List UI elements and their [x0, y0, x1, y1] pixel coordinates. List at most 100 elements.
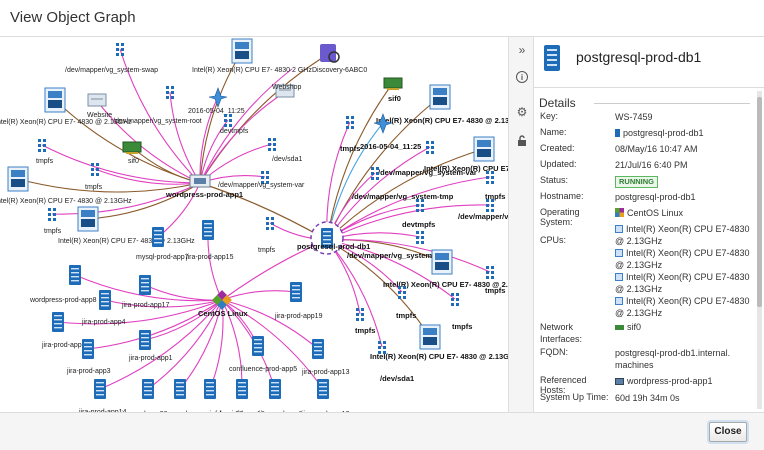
node-label[interactable]: CentOS Linux — [198, 309, 248, 318]
node-label[interactable]: wordpress-prod-app1 — [165, 190, 243, 199]
lock-icon[interactable] — [515, 135, 529, 149]
graph-node[interactable]: wordpress-prod-app8 — [29, 265, 97, 304]
graph-node[interactable]: sif0 — [383, 77, 403, 103]
graph-node[interactable]: jira-prod-app20 — [119, 379, 168, 412]
node-label[interactable]: tmpfs — [85, 184, 103, 191]
cpu-value[interactable]: Intel(R) Xeon(R) CPU E7-4830 @ 2.13GHz — [615, 296, 750, 318]
node-label[interactable]: /dev/mapper/vg_system-root — [458, 212, 508, 221]
graph-node[interactable]: jira-prod-app6 — [258, 379, 303, 412]
cpu-item[interactable]: Intel(R) Xeon(R) CPU E7-4830 @ 2.13GHz — [615, 223, 755, 247]
graph-nodes[interactable]: /dev/mapper/vg_system-var/dev/mapper/vg_… — [0, 38, 508, 412]
details-scrollbar[interactable] — [757, 91, 762, 409]
graph-node[interactable]: jira-prod-app4 — [81, 290, 126, 326]
node-label[interactable]: tmpfs — [396, 311, 416, 320]
node-label[interactable]: confluence-prod-app5 — [229, 366, 297, 373]
graph-node[interactable]: /dev/sda1 — [378, 341, 414, 383]
node-label[interactable]: jira-prod-app17 — [121, 302, 170, 309]
graph-node[interactable]: /dev/mapper/vg_system-root — [458, 199, 508, 221]
graph-node[interactable]: jira-prod-app14 — [78, 379, 127, 412]
graph-node[interactable]: 2016-05-04_11:25 — [188, 87, 245, 115]
graph-node[interactable]: devtmpfs — [402, 199, 435, 229]
node-label[interactable]: tmpfs — [340, 144, 360, 153]
node-label[interactable]: /dev/sda1 — [272, 156, 302, 163]
detail-value[interactable]: wordpress-prod-app1 — [615, 375, 755, 387]
nic-value[interactable]: sif0 — [627, 322, 641, 332]
detail-value[interactable]: sif0 — [615, 321, 755, 333]
node-label[interactable]: tmpfs — [44, 228, 62, 235]
node-label[interactable]: Intel(R) Xeon(R) CPU E7- 4830 — [192, 67, 290, 74]
node-label[interactable]: /dev/mapper/vg_system-var — [218, 182, 305, 189]
graph-node[interactable]: tmpfs — [258, 217, 276, 254]
chevron-right-icon[interactable]: » — [515, 43, 529, 57]
node-label[interactable]: 2016-05-04_11:25 — [360, 142, 421, 151]
graph-node[interactable]: jira-prod-app19 — [274, 282, 323, 320]
graph-node[interactable]: Intel(R) Xeon(R) CPU E7- 4830 — [192, 38, 290, 74]
node-label[interactable]: /dev/mapper/vg_system-tmp — [352, 192, 454, 201]
node-label[interactable]: Intel(R) Xeon(R) CPU E7- 4830 @ 2.13GHz — [370, 352, 508, 361]
graph-svg[interactable]: /dev/mapper/vg_system-var/dev/mapper/vg_… — [0, 37, 508, 412]
graph-node[interactable]: sif0 — [122, 141, 142, 165]
os-value[interactable]: CentOS Linux — [627, 208, 683, 218]
graph-node[interactable]: jira-prod-app12 — [301, 379, 350, 412]
node-label[interactable]: wordpress-prod-app8 — [29, 297, 97, 304]
scrollbar-thumb[interactable] — [757, 97, 762, 307]
node-label[interactable]: jira-prod-app19 — [274, 313, 323, 320]
node-label[interactable]: jira-prod-app1 — [128, 355, 173, 362]
cpu-value[interactable]: Intel(R) Xeon(R) CPU E7-4830 @ 2.13GHz — [615, 248, 750, 270]
node-label[interactable]: Intel(R) Xeon(R) CPU E7- 4830 @ 2.13GHz — [58, 238, 195, 245]
graph-node[interactable]: tmpfs — [85, 163, 103, 191]
graph-node[interactable]: Intel(R) Xeon(R) CPU E7- 4830 @ 2.13GHz — [0, 166, 132, 205]
graph-node[interactable]: jira-prod-app13 — [301, 339, 350, 376]
node-label[interactable]: /dev/mapper/vg_system-var — [378, 168, 477, 177]
node-label[interactable]: Intel(R) Xeon(R) CPU E7- 4830 @ 2.13GHz — [0, 198, 132, 205]
node-label[interactable]: 2 GHz — [292, 67, 312, 74]
graph-node[interactable]: tmpfs — [36, 139, 54, 165]
graph-node[interactable]: /dev/sda1 — [268, 138, 302, 163]
node-label[interactable]: jira-prod-app13 — [301, 369, 350, 376]
cpu-item[interactable]: Intel(R) Xeon(R) CPU E7-4830 @ 2.13GHz — [615, 295, 755, 319]
graph-node[interactable]: Intel(R) Xeon(R) CPU E7- 4830 @ 2.13GHz — [370, 324, 508, 361]
object-graph-canvas[interactable]: /dev/mapper/vg_system-var/dev/mapper/vg_… — [0, 37, 508, 412]
cpu-value[interactable]: Intel(R) Xeon(R) CPU E7-4830 @ 2.13GHz — [615, 272, 750, 294]
node-label[interactable]: devtmpfs — [220, 128, 249, 135]
name-value[interactable]: postgresql-prod-db1 — [623, 128, 704, 138]
graph-node[interactable]: Discovery-6ABC0 — [312, 44, 367, 74]
node-label[interactable]: tmpfs — [485, 286, 505, 295]
node-label[interactable]: jira-prod-app15 — [185, 254, 234, 261]
node-label[interactable]: Discovery-6ABC0 — [312, 67, 367, 74]
node-label[interactable]: tmpfs — [355, 326, 375, 335]
cpu-item[interactable]: Intel(R) Xeon(R) CPU E7-4830 @ 2.13GHz — [615, 271, 755, 295]
node-label[interactable]: mysql-prod-app7 — [136, 254, 189, 261]
graph-node[interactable]: tmpfs — [44, 208, 62, 235]
graph-node[interactable]: tmpfs — [396, 286, 416, 320]
graph-node[interactable]: /dev/mapper/vg_system-swap — [65, 43, 158, 74]
node-label[interactable]: jira-prod-app3 — [66, 368, 111, 375]
node-label[interactable]: devtmpfs — [402, 220, 435, 229]
close-button[interactable]: Close — [709, 422, 747, 442]
node-label[interactable]: 2016-05-04_11:25 — [188, 108, 245, 115]
node-label[interactable]: postgresql-prod-db1 — [297, 242, 370, 251]
node-label[interactable]: Website — [87, 112, 112, 119]
info-icon[interactable]: i — [516, 71, 528, 83]
node-label[interactable]: sif0 — [128, 158, 139, 165]
node-label[interactable]: sif0 — [388, 94, 401, 103]
graph-node[interactable]: Intel(R) Xeon(R) CPU E7- 4830 @ 2.13GHz — [0, 87, 132, 126]
graph-node[interactable]: tmpfs — [340, 116, 360, 153]
cpu-value[interactable]: Intel(R) Xeon(R) CPU E7-4830 @ 2.13GHz — [615, 224, 750, 246]
node-label[interactable]: /dev/mapper/vg_system-swap — [65, 67, 158, 74]
detail-value[interactable]: postgresql-prod-db1 — [615, 127, 755, 139]
node-label[interactable]: jira-prod-app4 — [81, 319, 126, 326]
graph-node[interactable]: Website — [87, 93, 112, 119]
node-label[interactable]: tmpfs — [36, 158, 54, 165]
detail-value[interactable]: CentOS Linux — [615, 207, 755, 219]
graph-node[interactable]: Webshop — [272, 84, 302, 98]
graph-node[interactable]: /dev/mapper/vg_system-var — [218, 171, 305, 189]
graph-node[interactable]: 2 GHz — [292, 67, 312, 74]
graph-node[interactable]: tmpfs — [355, 308, 375, 335]
gear-icon[interactable]: ⚙ — [515, 105, 529, 119]
node-label[interactable]: Webshop — [272, 84, 302, 91]
node-label[interactable]: Intel(R) Xeon(R) CPU E7- 4830 @ 2.13GHz — [376, 116, 508, 125]
graph-node[interactable]: Intel(R) Xeon(R) CPU E7- 4830 @ 2.13GHz — [376, 84, 508, 125]
node-label[interactable]: Intel(R) Xeon(R) CPU E7- 4830 @ 2.13GHz — [0, 119, 132, 126]
node-label[interactable]: tmpfs — [452, 322, 472, 331]
